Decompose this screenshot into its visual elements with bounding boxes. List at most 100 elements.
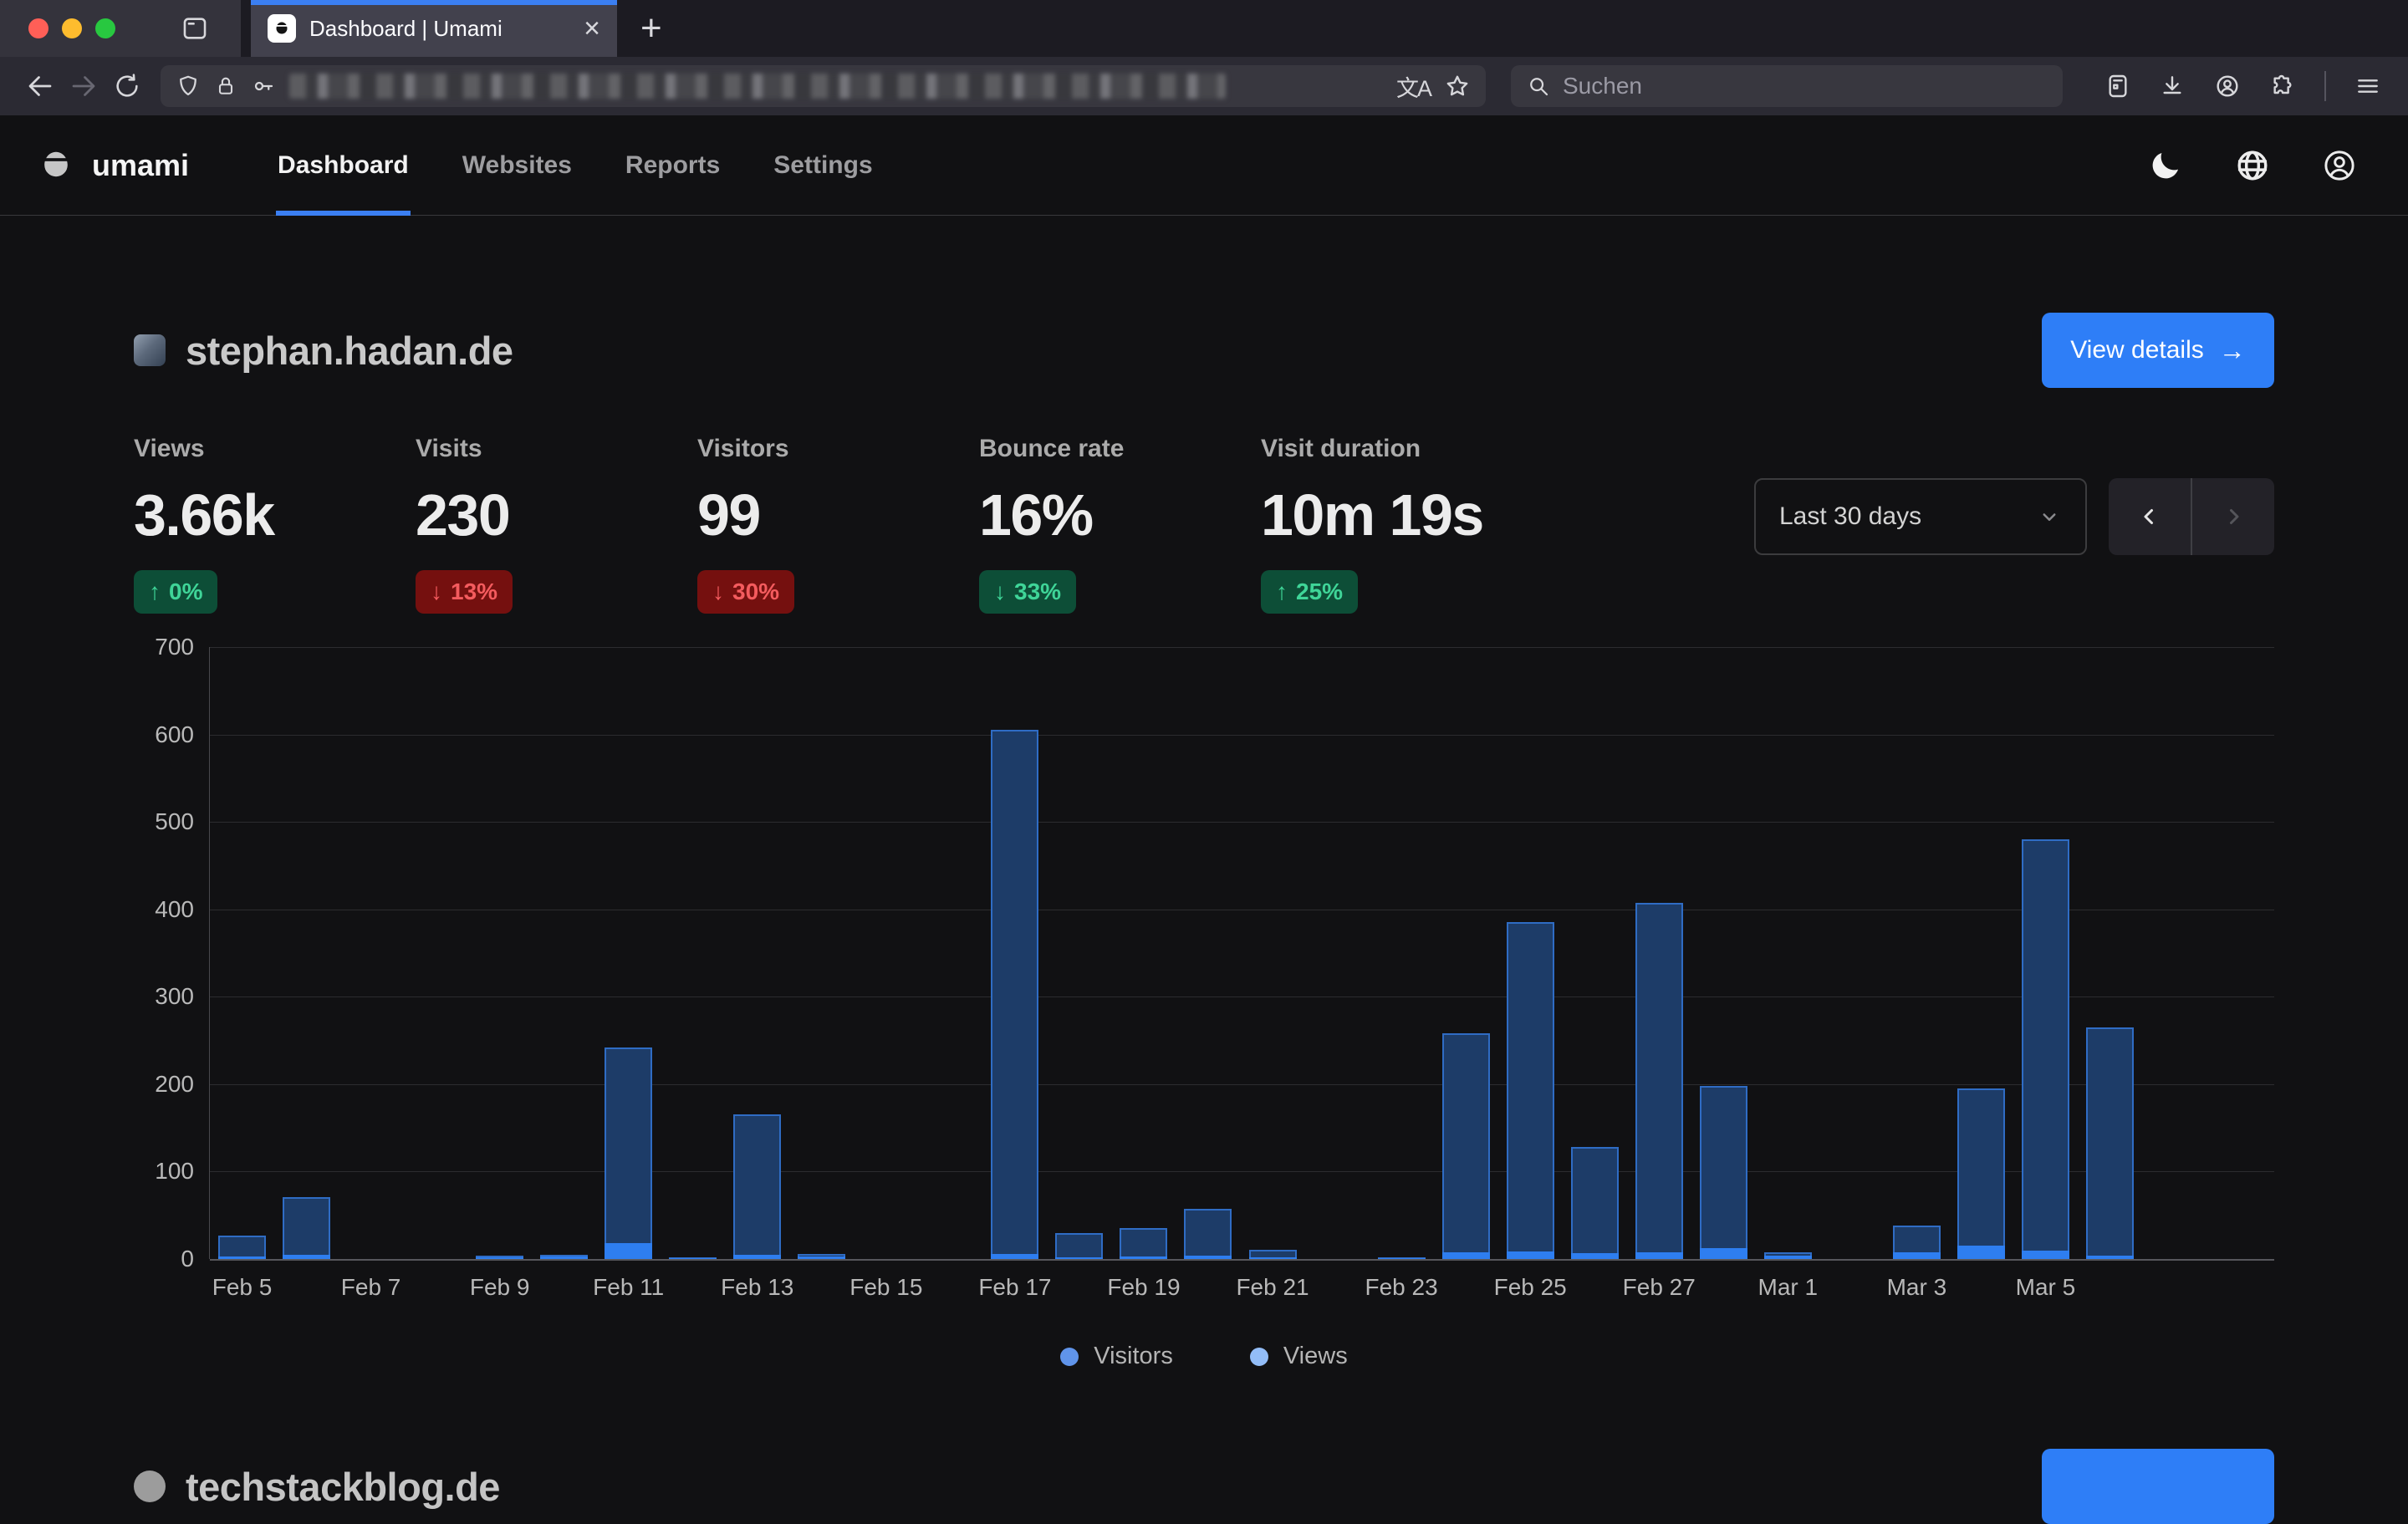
chart-bar-feb-20[interactable] (1176, 647, 1240, 1259)
chart-bar-feb-15[interactable] (854, 647, 918, 1259)
chart-bar-feb-25[interactable] (1498, 647, 1563, 1259)
chart-bar-feb-26[interactable] (1563, 647, 1627, 1259)
umami-brand[interactable]: umami (37, 146, 189, 185)
chart-bar-feb-12[interactable] (661, 647, 725, 1259)
site-header: stephan.hadan.de View details → (134, 313, 2274, 388)
lock-icon[interactable] (214, 74, 237, 98)
chart-bar-feb-18[interactable] (1047, 647, 1111, 1259)
chart-bar-mar-6[interactable] (2078, 647, 2142, 1259)
x-tick-label: Mar 5 (2016, 1274, 2076, 1301)
window-zoom-button[interactable] (95, 18, 115, 38)
profile-icon[interactable] (2321, 147, 2358, 184)
chart-bar-feb-17[interactable] (982, 647, 1047, 1259)
chart-bar-feb-14[interactable] (789, 647, 854, 1259)
download-icon[interactable] (2159, 73, 2186, 99)
nav-links: DashboardWebsitesReportsSettings (251, 115, 900, 215)
arrow-down-icon: ↓ (994, 579, 1006, 605)
menu-icon[interactable] (2354, 73, 2381, 99)
x-tick-label: Feb 7 (341, 1274, 401, 1301)
visitors-bar (2022, 1251, 2069, 1259)
url-bar[interactable]: 文A (161, 65, 1486, 107)
arrow-down-icon: ↓ (712, 579, 724, 605)
legend-item-views: Views (1250, 1343, 1348, 1370)
visitors-bar (1055, 1257, 1103, 1259)
next-period-button[interactable] (2191, 478, 2274, 555)
visitors-bar (1700, 1248, 1747, 1259)
window-close-button[interactable] (28, 18, 48, 38)
translate-icon[interactable]: 文A (1396, 70, 1431, 103)
nav-link-settings[interactable]: Settings (747, 115, 899, 215)
chart-bar-feb-22[interactable] (1305, 647, 1370, 1259)
window-minimize-button[interactable] (62, 18, 82, 38)
panel-icon[interactable] (2105, 73, 2130, 99)
views-bar (1957, 1088, 2005, 1259)
visitors-bar (1184, 1256, 1232, 1259)
y-tick-label: 700 (155, 634, 194, 660)
chart-bar-mar-4[interactable] (1949, 647, 2013, 1259)
metric-label: Views (134, 435, 416, 463)
chart-bar-feb-7[interactable] (339, 647, 403, 1259)
chart-bar-mar-3[interactable] (1885, 647, 1949, 1259)
metric-label: Visit duration (1261, 435, 1543, 463)
chart-bar-feb-23[interactable] (1370, 647, 1434, 1259)
visitors-bar (1893, 1252, 1941, 1259)
tab-close-icon[interactable]: × (584, 14, 600, 43)
reload-icon[interactable] (105, 64, 149, 108)
views-bar (605, 1047, 652, 1259)
chart-bar-feb-8[interactable] (403, 647, 467, 1259)
metric-change-badge: ↓13% (416, 570, 513, 614)
views-bar (2086, 1027, 2134, 1259)
chart-bar-feb-24[interactable] (1434, 647, 1498, 1259)
nav-link-websites[interactable]: Websites (436, 115, 599, 215)
browser-tab[interactable]: Dashboard | Umami × (251, 0, 617, 57)
visitors-bar (1120, 1256, 1167, 1259)
moon-icon[interactable] (2147, 147, 2184, 184)
back-icon[interactable] (18, 64, 62, 108)
bookmark-star-icon[interactable] (1444, 73, 1471, 99)
chart-bar-feb-9[interactable] (467, 647, 532, 1259)
metrics-row: Views3.66k↑0%Visits230↓13%Visitors99↓30%… (134, 435, 1543, 614)
chart-legend: VisitorsViews (134, 1343, 2274, 1370)
metric-value: 99 (697, 482, 979, 548)
x-tick-label: Feb 5 (212, 1274, 273, 1301)
shield-icon[interactable] (176, 74, 201, 99)
prev-period-button[interactable] (2109, 478, 2191, 555)
legend-dot-icon (1060, 1348, 1079, 1366)
nav-link-dashboard[interactable]: Dashboard (251, 115, 436, 215)
site-title: stephan.hadan.de (186, 328, 513, 374)
chart-bar-mar-5[interactable] (2013, 647, 2078, 1259)
date-range-select[interactable]: Last 30 days (1754, 478, 2087, 555)
sidebar-toggle-icon[interactable] (181, 14, 209, 43)
next-view-details-button[interactable] (2042, 1449, 2274, 1524)
chart-bar-mar-2[interactable] (1820, 647, 1885, 1259)
chart-bar-feb-11[interactable] (596, 647, 661, 1259)
chart-bar-feb-21[interactable] (1241, 647, 1305, 1259)
key-icon[interactable] (251, 74, 276, 99)
visitors-bar (669, 1258, 717, 1259)
chart-bar-feb-27[interactable] (1627, 647, 1691, 1259)
chart-bar-feb-16[interactable] (918, 647, 982, 1259)
next-site-header: techstackblog.de (134, 1449, 2274, 1524)
search-bar[interactable] (1511, 65, 2063, 107)
visitors-bar (2086, 1256, 2134, 1259)
extensions-icon[interactable] (2269, 73, 2296, 99)
chart-bar-mar-1[interactable] (1756, 647, 1820, 1259)
nav-link-reports[interactable]: Reports (599, 115, 747, 215)
new-tab-button[interactable]: + (640, 10, 662, 47)
view-details-button[interactable]: View details → (2042, 313, 2274, 388)
globe-icon[interactable] (2234, 147, 2271, 184)
search-input[interactable] (1563, 73, 2048, 99)
arrow-down-icon: ↓ (431, 579, 442, 605)
chart-bar-feb-10[interactable] (532, 647, 596, 1259)
forward-icon[interactable] (62, 64, 105, 108)
chart-bar-feb-5[interactable] (210, 647, 274, 1259)
x-tick-label: Feb 17 (978, 1274, 1051, 1301)
chart-bar-feb-28[interactable] (1691, 647, 1756, 1259)
chart-bar-feb-6[interactable] (274, 647, 339, 1259)
chart-bar-feb-19[interactable] (1111, 647, 1176, 1259)
views-bar (1120, 1228, 1167, 1259)
views-bar (1635, 903, 1683, 1259)
x-tick-label: Feb 11 (593, 1274, 664, 1301)
account-icon[interactable] (2214, 73, 2241, 99)
chart-bar-feb-13[interactable] (725, 647, 789, 1259)
